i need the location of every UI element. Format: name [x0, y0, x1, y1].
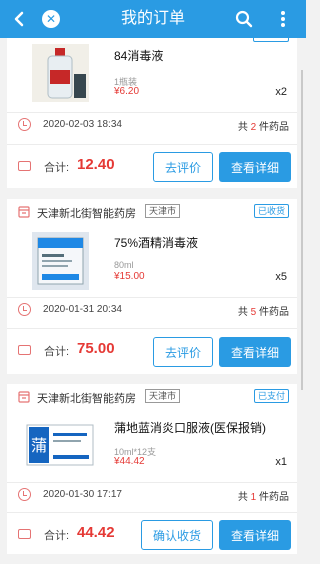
order-card: 84消毒液 1瓶装 ¥6.20 x2 2020-02-03 18:34 共 2 …	[7, 30, 297, 188]
product-price: ¥15.00	[114, 271, 145, 282]
product-image[interactable]: 蒲	[25, 417, 95, 475]
product-qty: x1	[275, 456, 287, 468]
order-time-row: 2020-01-31 20:34 共 5 件药品	[7, 297, 297, 321]
store-name: 天津新北街智能药房	[37, 393, 136, 405]
wallet-icon	[18, 529, 31, 539]
total-amount: 44.42	[77, 524, 115, 541]
store-row[interactable]: 天津新北街智能药房 天津市 已支付	[7, 384, 297, 410]
product-image[interactable]	[32, 44, 89, 102]
order-time: 2020-01-31 20:34	[43, 304, 122, 315]
product-name: 84消毒液	[114, 49, 164, 63]
status-badge	[253, 30, 289, 42]
city-tag: 天津市	[145, 389, 181, 403]
item-count: 共 2 件药品	[237, 122, 289, 133]
order-time: 2020-02-03 18:34	[43, 119, 122, 130]
medicine-box-image: 蒲	[26, 424, 94, 466]
review-button[interactable]: 去评价	[153, 337, 213, 367]
status-badge: 已支付	[253, 389, 289, 403]
product-image[interactable]	[32, 232, 89, 290]
total-amount: 12.40	[77, 156, 115, 173]
svg-text:蒲: 蒲	[31, 436, 47, 455]
total-label: 合计:	[44, 162, 70, 174]
box-image	[37, 237, 84, 285]
bottle-image	[47, 48, 86, 99]
order-card: 天津新北街智能药房 天津市 已支付 蒲 蒲地蓝消炎口服液(医保报销) 10ml*…	[7, 384, 297, 554]
order-time: 2020-01-30 17:17	[43, 489, 122, 500]
store-icon	[18, 206, 30, 218]
product-qty: x2	[275, 86, 287, 98]
order-time-row: 2020-02-03 18:34 共 2 件药品	[7, 112, 297, 136]
view-details-button[interactable]: 查看详细	[219, 152, 291, 182]
total-label: 合计:	[44, 346, 70, 358]
store-icon	[18, 391, 30, 403]
product-price: ¥6.20	[114, 86, 140, 97]
store-name: 天津新北街智能药房	[37, 208, 136, 220]
wallet-icon	[18, 345, 31, 355]
clock-icon	[18, 488, 31, 501]
product-name: 蒲地蓝消炎口服液(医保报销)	[114, 421, 266, 435]
product-price: ¥44.42	[114, 456, 145, 467]
view-details-button[interactable]: 查看详细	[219, 520, 291, 550]
clock-icon	[18, 118, 31, 131]
order-footer: 合计: 12.40 去评价 查看详细	[7, 144, 297, 188]
product-qty: x5	[275, 271, 287, 283]
status-badge: 已收货	[253, 204, 289, 218]
view-details-button[interactable]: 查看详细	[219, 337, 291, 367]
order-footer: 合计: 75.00 去评价 查看详细	[7, 328, 297, 372]
review-button[interactable]: 去评价	[153, 152, 213, 182]
order-time-row: 2020-01-30 17:17 共 1 件药品	[7, 482, 297, 506]
store-row[interactable]: 天津新北街智能药房 天津市 已收货	[7, 199, 297, 225]
scrollbar[interactable]	[301, 70, 303, 390]
confirm-receipt-button[interactable]: 确认收货	[141, 520, 213, 550]
total-label: 合计:	[44, 530, 70, 542]
total-amount: 75.00	[77, 340, 115, 357]
order-card: 天津新北街智能药房 天津市 已收货 75%酒精消毒液 80ml ¥15.00 x…	[7, 199, 297, 374]
search-icon	[235, 10, 253, 28]
wallet-icon	[18, 161, 31, 171]
clock-icon	[18, 303, 31, 316]
product-spec: 80ml	[114, 260, 134, 270]
order-footer: 合计: 44.42 确认收货 查看详细	[7, 512, 297, 556]
product-name: 75%酒精消毒液	[114, 236, 199, 250]
city-tag: 天津市	[145, 204, 181, 218]
item-count: 共 1 件药品	[237, 492, 289, 503]
more-vertical-icon	[281, 11, 285, 27]
item-count: 共 5 件药品	[237, 307, 289, 318]
